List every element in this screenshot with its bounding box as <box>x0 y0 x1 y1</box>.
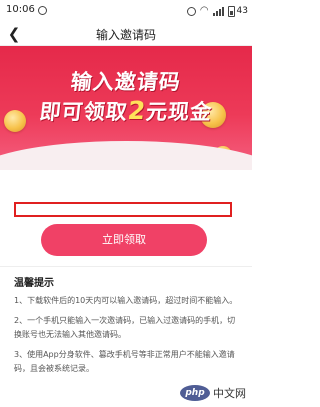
watermark: php 中文网 <box>180 385 246 401</box>
banner-suffix: 元现金 <box>144 100 214 124</box>
wifi-icon: ◠ <box>199 5 209 16</box>
tip-item: 3、使用App分身软件、篡改手机号等非正常用户不能输入邀请码，且会被系统记录。 <box>14 350 235 373</box>
status-bar: 10:06 ◠ 43 <box>0 0 252 22</box>
banner-subheadline: 即可领取2元现金 <box>0 96 252 126</box>
battery-icon <box>227 5 235 17</box>
battery-level: 43 <box>236 6 248 16</box>
banner-wave <box>0 141 252 170</box>
battery-indicator: 43 <box>227 5 248 17</box>
nav-bar: ❮ 输入邀请码 <box>0 22 252 46</box>
divider <box>0 266 252 267</box>
message-notification-icon <box>38 6 47 15</box>
tips-title: 温馨提示 <box>14 278 54 289</box>
status-time: 10:06 <box>6 4 35 15</box>
page-title: 输入邀请码 <box>95 28 156 42</box>
invite-code-input[interactable] <box>14 202 232 217</box>
alarm-icon <box>186 6 196 16</box>
banner-headline: 输入邀请码 <box>69 70 183 94</box>
status-indicators: ◠ 43 <box>186 4 248 18</box>
signal-icon <box>212 6 224 16</box>
claim-button[interactable]: 立即领取 <box>41 224 207 256</box>
banner-prefix: 即可领取 <box>38 100 129 124</box>
tip-item: 2、一个手机只能输入一次邀请码，已输入过邀请码的手机，切换账号也无法输入其他邀请… <box>14 316 236 339</box>
watermark-text: 中文网 <box>213 387 246 400</box>
tip-item: 1、下载软件后的10天内可以输入邀请码，超过时间不能输入。 <box>14 296 238 305</box>
tips-list: 1、下载软件后的10天内可以输入邀请码，超过时间不能输入。 2、一个手机只能输入… <box>14 294 242 382</box>
php-logo: php <box>180 385 210 401</box>
promo-banner: 输入邀请码 即可领取2元现金 <box>0 46 252 170</box>
